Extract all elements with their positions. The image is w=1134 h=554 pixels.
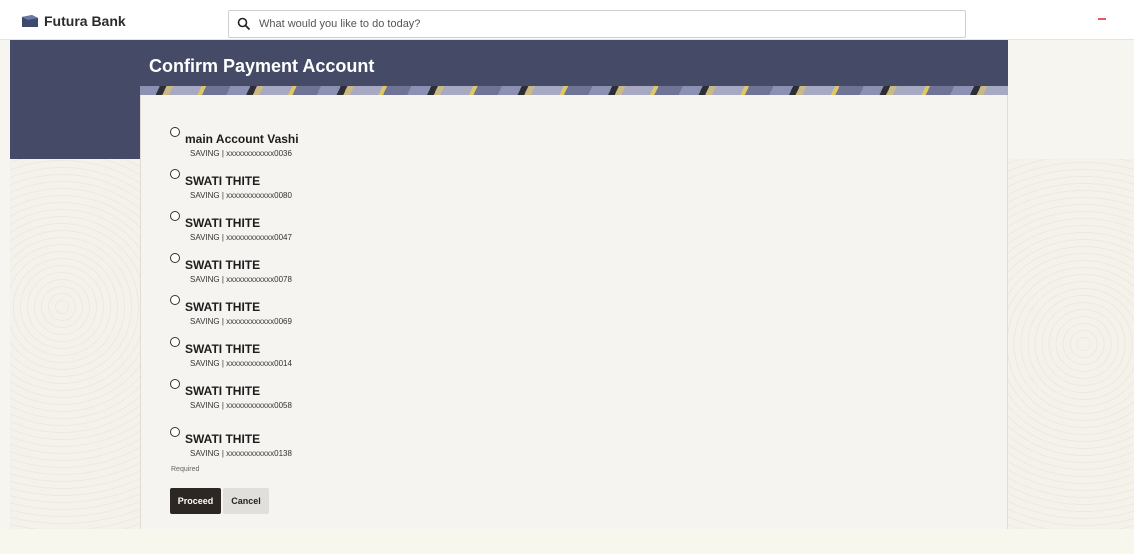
account-name: SWATI THITE: [185, 258, 261, 272]
radio-button[interactable]: [170, 295, 180, 305]
account-detail: SAVING | xxxxxxxxxxxx0036: [190, 149, 292, 158]
background-texture-left: [10, 159, 140, 529]
radio-button[interactable]: [170, 379, 180, 389]
search-bar[interactable]: What would you like to do today?: [228, 10, 966, 38]
top-bar: Futura Bank What would you like to do to…: [0, 0, 1134, 40]
account-name: SWATI THITE: [185, 174, 261, 188]
page-title: Confirm Payment Account: [149, 56, 375, 76]
notification-indicator[interactable]: [1098, 18, 1106, 20]
account-detail: SAVING | xxxxxxxxxxxx0047: [190, 233, 292, 242]
account-detail: SAVING | xxxxxxxxxxxx0058: [190, 401, 292, 410]
brand-name: Futura Bank: [44, 13, 126, 29]
radio-button[interactable]: [170, 127, 180, 137]
account-selection-card: [140, 95, 1008, 529]
radio-button[interactable]: [170, 337, 180, 347]
cancel-button[interactable]: Cancel: [223, 488, 269, 514]
account-name: SWATI THITE: [185, 384, 261, 398]
account-detail: SAVING | xxxxxxxxxxxx0014: [190, 359, 292, 368]
account-detail: SAVING | xxxxxxxxxxxx0138: [190, 449, 292, 458]
radio-button[interactable]: [170, 169, 180, 179]
proceed-button[interactable]: Proceed: [170, 488, 221, 514]
account-name: main Account Vashi: [185, 132, 299, 146]
account-detail: SAVING | xxxxxxxxxxxx0080: [190, 191, 292, 200]
footer-band: [0, 529, 1134, 554]
brand-logo[interactable]: Futura Bank: [22, 13, 126, 29]
radio-button[interactable]: [170, 211, 180, 221]
search-icon: [237, 17, 251, 31]
bank-logo-icon: [22, 15, 38, 27]
decorative-pattern: [140, 86, 1008, 95]
account-name: SWATI THITE: [185, 216, 261, 230]
account-name: SWATI THITE: [185, 300, 261, 314]
required-hint: Required: [171, 466, 200, 473]
search-input[interactable]: What would you like to do today?: [259, 18, 420, 30]
account-detail: SAVING | xxxxxxxxxxxx0078: [190, 275, 292, 284]
radio-button[interactable]: [170, 427, 180, 437]
account-name: SWATI THITE: [185, 432, 261, 446]
radio-button[interactable]: [170, 253, 180, 263]
background-texture-right: [1008, 159, 1134, 529]
account-detail: SAVING | xxxxxxxxxxxx0069: [190, 317, 292, 326]
account-name: SWATI THITE: [185, 342, 261, 356]
